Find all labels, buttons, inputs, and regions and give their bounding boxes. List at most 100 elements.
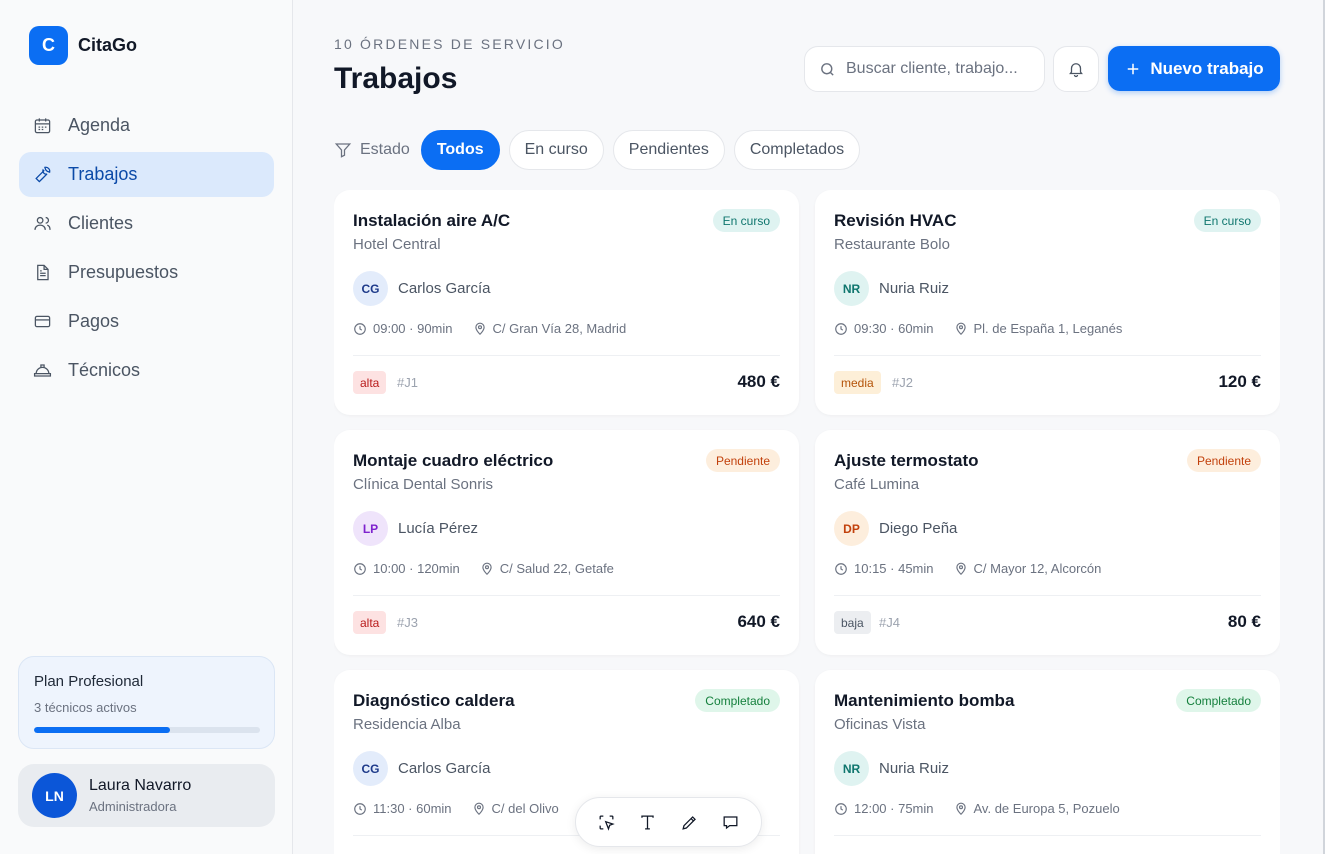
user-role: Administradora bbox=[89, 799, 177, 814]
status-badge: Pendiente bbox=[1186, 449, 1261, 472]
sidebar-item-clientes[interactable]: Clientes bbox=[19, 201, 274, 246]
job-meta: 09:30 · 60min Pl. de España 1, Leganés bbox=[834, 321, 1122, 336]
job-time: 11:30 · 60min bbox=[373, 801, 452, 816]
job-address: C/ Salud 22, Getafe bbox=[499, 561, 614, 576]
job-title: Montaje cuadro eléctrico bbox=[353, 451, 554, 470]
comment-icon[interactable] bbox=[721, 813, 740, 832]
search-box[interactable] bbox=[804, 46, 1045, 92]
job-price: 120 € bbox=[1218, 372, 1261, 391]
location-pin-icon bbox=[482, 562, 492, 575]
plan-progress-bar bbox=[34, 727, 260, 733]
avatar: LP bbox=[353, 511, 388, 546]
plus-icon bbox=[1128, 63, 1139, 74]
divider bbox=[834, 835, 1261, 836]
job-client: Café Lumina bbox=[834, 476, 920, 493]
technician-name: Diego Peña bbox=[879, 520, 958, 537]
job-title: Mantenimiento bomba bbox=[834, 691, 1015, 710]
clock-icon bbox=[354, 562, 366, 575]
brand[interactable]: C CitaGo bbox=[29, 26, 137, 65]
status-badge: En curso bbox=[712, 209, 780, 232]
location-pin-icon bbox=[473, 802, 484, 815]
credit-card-icon bbox=[34, 315, 51, 328]
status-badge: Pendiente bbox=[705, 449, 780, 472]
new-job-label: Nuevo trabajo bbox=[1150, 58, 1264, 78]
job-title: Instalación aire A/C bbox=[353, 211, 511, 230]
divider bbox=[834, 355, 1261, 356]
job-card[interactable]: Instalación aire A/C Hotel Central En curs… bbox=[334, 190, 799, 415]
clock-icon bbox=[354, 802, 366, 815]
sidebar-item-trabajos[interactable]: Trabajos bbox=[19, 152, 274, 197]
location-pin-icon bbox=[474, 322, 485, 335]
sidebar-item-label: Agenda bbox=[68, 115, 131, 135]
sidebar-item-tecnicos[interactable]: Técnicos bbox=[19, 348, 274, 393]
job-address: C/ del Olivo bbox=[491, 801, 559, 816]
page-eyebrow: 10 ÓRDENES DE SERVICIO bbox=[334, 36, 565, 52]
filter-chip-completados[interactable]: Completados bbox=[733, 130, 861, 170]
clock-icon bbox=[835, 802, 847, 815]
filter-chip-pendientes[interactable]: Pendientes bbox=[612, 130, 725, 170]
sidebar-item-pagos[interactable]: Pagos bbox=[19, 299, 274, 344]
filter-label-text: Estado bbox=[360, 141, 410, 158]
users-icon bbox=[34, 216, 51, 230]
plan-progress-fill bbox=[34, 727, 170, 733]
avatar: CG bbox=[353, 271, 388, 306]
filter-chip-en-curso[interactable]: En curso bbox=[508, 130, 604, 170]
notifications-button[interactable] bbox=[1053, 46, 1099, 92]
job-meta: 09:00 · 90min C/ Gran Vía 28, Madrid bbox=[353, 321, 626, 336]
text-icon[interactable] bbox=[638, 813, 657, 832]
technician-name: Carlos García bbox=[398, 760, 491, 777]
filter-icon bbox=[334, 143, 352, 158]
job-technician: LP Lucía Pérez bbox=[353, 511, 478, 546]
job-card[interactable]: Ajuste termostato Café Lumina Pendiente DP D… bbox=[815, 430, 1280, 655]
job-meta: 12:00 · 75min Av. de Europa 5, Pozuelo bbox=[834, 801, 1120, 816]
job-price: 80 € bbox=[1227, 612, 1261, 631]
job-id: #J3 bbox=[397, 615, 418, 630]
divider bbox=[834, 595, 1261, 596]
filter-chip-todos[interactable]: Todos bbox=[420, 130, 500, 170]
main-nav: Agenda Trabajos Clientes Presupuestos Pa… bbox=[19, 103, 274, 397]
job-meta: 11:30 · 60min C/ del Olivo bbox=[353, 801, 559, 816]
job-card[interactable]: Montaje cuadro eléctrico Clínica Dental S… bbox=[334, 430, 799, 655]
user-card[interactable]: LN Laura Navarro Administradora bbox=[18, 764, 275, 827]
clock-icon bbox=[835, 322, 847, 335]
job-technician: CG Carlos García bbox=[353, 271, 491, 306]
technician-name: Lucía Pérez bbox=[398, 520, 479, 537]
search-input[interactable] bbox=[846, 60, 1036, 78]
job-client: Residencia Alba bbox=[353, 716, 461, 733]
plan-subtitle: 3 técnicos activos bbox=[34, 700, 137, 715]
job-id: #J1 bbox=[397, 375, 418, 390]
technician-name: Nuria Ruiz bbox=[879, 760, 950, 777]
priority-badge: alta bbox=[353, 371, 387, 394]
brand-logo: C bbox=[29, 26, 68, 65]
sidebar-item-label: Presupuestos bbox=[68, 262, 179, 282]
job-card[interactable]: Mantenimiento bomba Oficinas Vista Complet… bbox=[815, 670, 1280, 854]
priority-badge: baja bbox=[834, 611, 871, 634]
brand-name: CitaGo bbox=[78, 35, 138, 55]
avatar: NR bbox=[834, 271, 869, 306]
new-job-button[interactable]: Nuevo trabajo bbox=[1108, 46, 1280, 91]
job-address: Pl. de España 1, Leganés bbox=[973, 321, 1123, 336]
job-card[interactable]: Revisión HVAC Restaurante Bolo En curso NR N… bbox=[815, 190, 1280, 415]
job-time: 09:00 · 90min bbox=[373, 321, 453, 336]
job-client: Restaurante Bolo bbox=[834, 236, 950, 253]
status-badge: Completado bbox=[1176, 689, 1261, 712]
select-icon[interactable] bbox=[597, 813, 616, 832]
job-time: 12:00 · 75min bbox=[854, 801, 934, 816]
jobs-grid: Instalación aire A/C Hotel Central En curs… bbox=[334, 190, 1280, 854]
job-title: Revisión HVAC bbox=[834, 211, 957, 230]
plan-card: Plan Profesional 3 técnicos activos bbox=[18, 656, 275, 749]
clock-icon bbox=[835, 562, 847, 575]
user-name: Laura Navarro bbox=[89, 777, 192, 794]
job-address: C/ Mayor 12, Alcorcón bbox=[973, 561, 1102, 576]
status-badge: En curso bbox=[1193, 209, 1261, 232]
search-icon bbox=[821, 62, 834, 76]
job-id: #J2 bbox=[892, 375, 913, 390]
pencil-icon[interactable] bbox=[680, 813, 699, 832]
page-title: Trabajos bbox=[334, 62, 458, 95]
job-time: 10:15 · 45min bbox=[854, 561, 934, 576]
sidebar-item-agenda[interactable]: Agenda bbox=[19, 103, 274, 148]
clock-icon bbox=[354, 322, 366, 335]
job-client: Hotel Central bbox=[353, 236, 441, 253]
filter-label: Estado bbox=[334, 141, 410, 159]
sidebar-item-presupuestos[interactable]: Presupuestos bbox=[19, 250, 274, 295]
